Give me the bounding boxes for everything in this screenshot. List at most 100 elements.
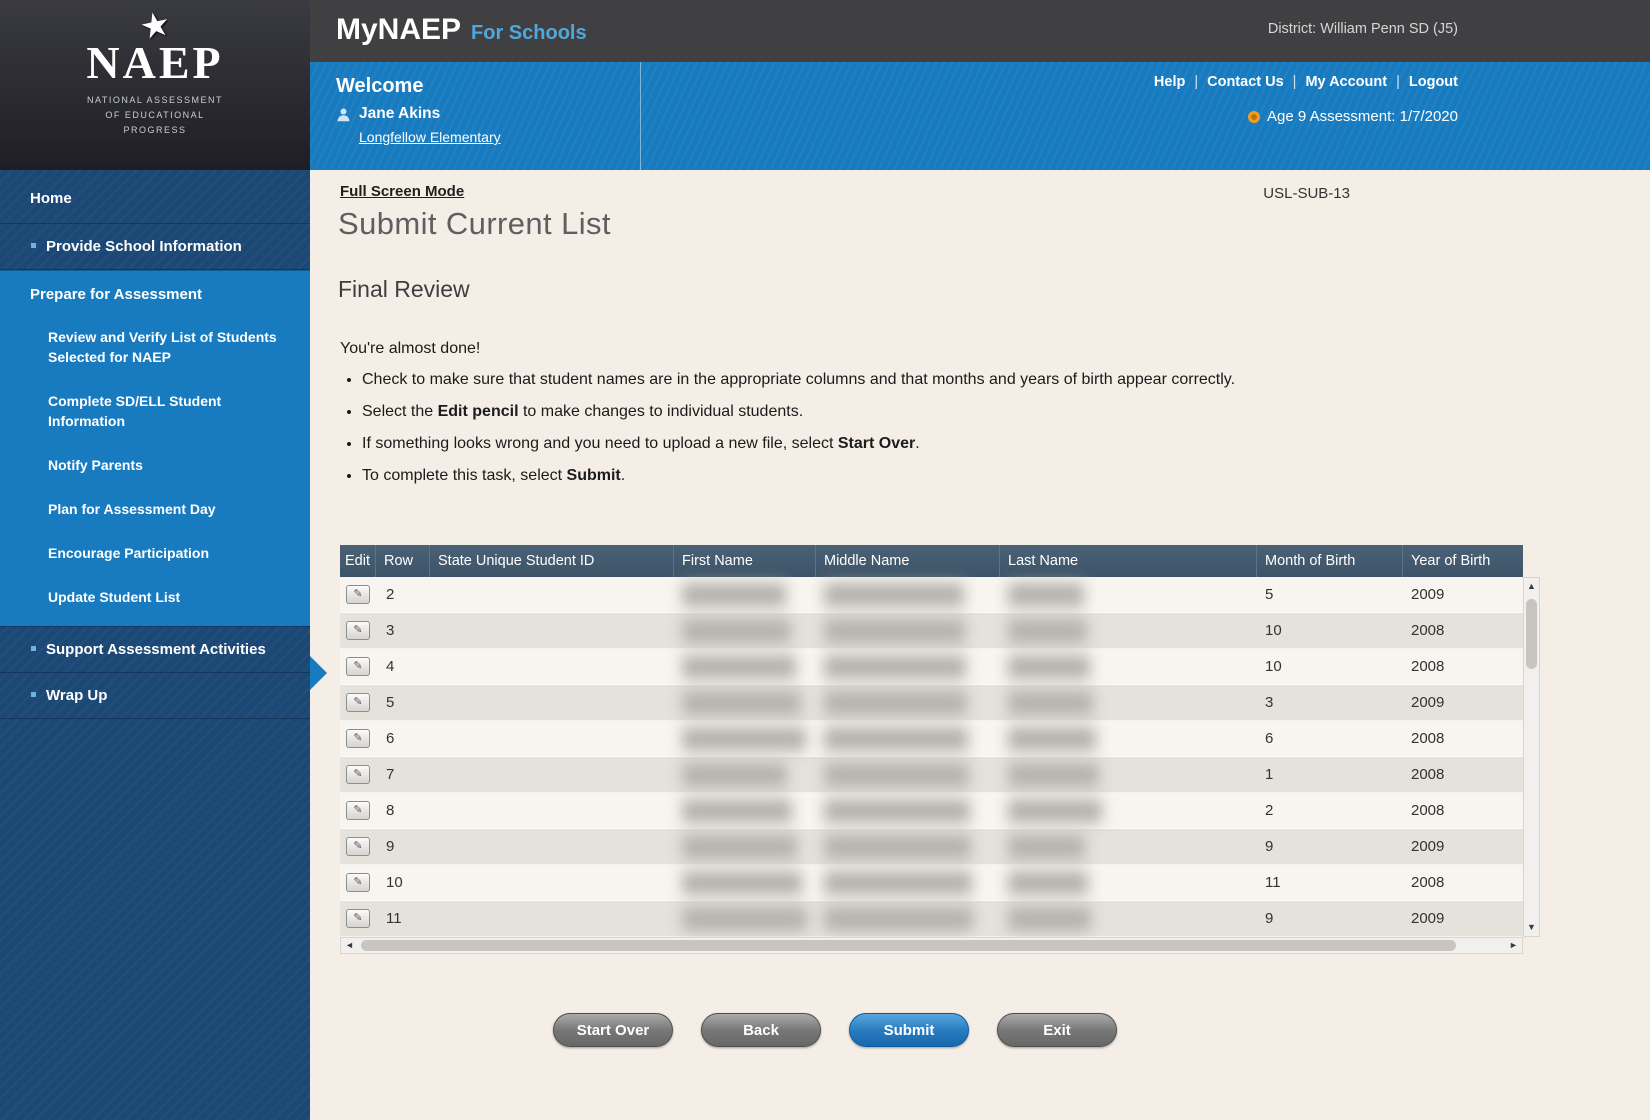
row-number: 7 — [376, 757, 430, 792]
last-name-cell — [1000, 793, 1257, 828]
assessment-status-icon — [1248, 111, 1260, 123]
student-id-cell — [430, 721, 674, 756]
year-of-birth: 2008 — [1403, 757, 1523, 792]
row-number: 4 — [376, 649, 430, 684]
sidebar-item-review-and-verify-list-of-students-selected-for-naep[interactable]: Review and Verify List of Students Selec… — [0, 315, 310, 379]
edit-pencil-button[interactable]: ✎ — [346, 693, 370, 712]
year-of-birth: 2009 — [1403, 901, 1523, 936]
school-link[interactable]: Longfellow Elementary — [359, 129, 501, 145]
start-over-button[interactable]: Start Over — [553, 1013, 673, 1047]
column-header-state-unique-student-id: State Unique Student ID — [430, 545, 674, 577]
first-name-cell — [674, 757, 816, 792]
vertical-scrollbar[interactable]: ▲ ▼ — [1523, 577, 1540, 937]
table-header-row: EditRowState Unique Student IDFirst Name… — [340, 545, 1523, 577]
edit-pencil-button[interactable]: ✎ — [346, 801, 370, 820]
back-button[interactable]: Back — [701, 1013, 821, 1047]
scroll-left-arrow-icon[interactable]: ◄ — [342, 938, 357, 953]
bullet-square-icon — [31, 692, 36, 697]
nav-contact-us[interactable]: Contact Us — [1207, 74, 1284, 90]
horizontal-scroll-thumb[interactable] — [361, 940, 1456, 951]
sidebar-item-home[interactable]: Home — [0, 170, 310, 224]
student-id-cell — [430, 829, 674, 864]
assessment-info: Age 9 Assessment: 1/7/2020 — [1248, 108, 1458, 125]
month-of-birth: 10 — [1257, 613, 1403, 648]
month-of-birth: 2 — [1257, 793, 1403, 828]
brand-name: MyNAEP — [336, 13, 461, 46]
month-of-birth: 10 — [1257, 649, 1403, 684]
first-name-cell — [674, 793, 816, 828]
active-section-arrow — [310, 656, 327, 690]
sidebar-item-support-assessment-activities[interactable]: Support Assessment Activities — [0, 627, 310, 673]
scroll-down-arrow-icon[interactable]: ▼ — [1524, 920, 1539, 935]
sidebar-item-prepare-for-assessment[interactable]: Prepare for Assessment — [0, 271, 310, 315]
middle-name-cell — [816, 577, 1000, 612]
table-body: ✎252009✎3102008✎4102008✎532009✎662008✎71… — [340, 577, 1523, 937]
exit-button[interactable]: Exit — [997, 1013, 1117, 1047]
edit-pencil-button[interactable]: ✎ — [346, 909, 370, 928]
student-table: EditRowState Unique Student IDFirst Name… — [340, 545, 1523, 937]
first-name-cell — [674, 865, 816, 900]
sidebar-item-plan-for-assessment-day[interactable]: Plan for Assessment Day — [0, 487, 310, 531]
nav-my-account[interactable]: My Account — [1305, 74, 1387, 90]
table-row: ✎4102008 — [340, 649, 1523, 685]
first-name-cell — [674, 685, 816, 720]
last-name-cell — [1000, 577, 1257, 612]
edit-pencil-button[interactable]: ✎ — [346, 729, 370, 748]
sidebar-item-complete-sd-ell-student-information[interactable]: Complete SD/ELL Student Information — [0, 379, 310, 443]
month-of-birth: 3 — [1257, 685, 1403, 720]
submit-button[interactable]: Submit — [849, 1013, 969, 1047]
scroll-right-arrow-icon[interactable]: ► — [1506, 938, 1521, 953]
logo-subtitle-line: National Assessment — [0, 93, 310, 108]
sidebar-item-encourage-participation[interactable]: Encourage Participation — [0, 531, 310, 575]
middle-name-cell — [816, 721, 1000, 756]
edit-pencil-button[interactable]: ✎ — [346, 621, 370, 640]
scroll-up-arrow-icon[interactable]: ▲ — [1524, 579, 1539, 594]
edit-pencil-button[interactable]: ✎ — [346, 657, 370, 676]
middle-name-cell — [816, 865, 1000, 900]
column-header-edit: Edit — [340, 545, 376, 577]
brand-suffix: For Schools — [471, 22, 587, 44]
redacted-text-blur — [1008, 907, 1091, 931]
column-header-year-of-birth: Year of Birth — [1403, 545, 1523, 577]
sidebar-section-items: Review and Verify List of Students Selec… — [0, 315, 310, 619]
logo-name: NAEP — [0, 40, 310, 86]
last-name-cell — [1000, 901, 1257, 936]
edit-pencil-button[interactable]: ✎ — [346, 765, 370, 784]
middle-name-cell — [816, 757, 1000, 792]
row-number: 2 — [376, 577, 430, 612]
logo-subtitle: National Assessment of Educational Progr… — [0, 93, 310, 138]
sidebar-item-update-student-list[interactable]: Update Student List — [0, 575, 310, 619]
column-header-row: Row — [376, 545, 430, 577]
intro-text: You're almost done! — [340, 340, 480, 358]
sidebar-item-label: Support Assessment Activities — [46, 641, 266, 658]
edit-pencil-button[interactable]: ✎ — [346, 837, 370, 856]
naep-logo: ★ NAEP National Assessment of Educationa… — [0, 0, 310, 170]
column-header-month-of-birth: Month of Birth — [1257, 545, 1403, 577]
redacted-text-blur — [682, 835, 797, 859]
edit-pencil-button[interactable]: ✎ — [346, 873, 370, 892]
sidebar-item-notify-parents[interactable]: Notify Parents — [0, 443, 310, 487]
row-number: 10 — [376, 865, 430, 900]
nav-logout[interactable]: Logout — [1409, 74, 1458, 90]
section-title: Final Review — [338, 276, 470, 303]
student-id-cell — [430, 685, 674, 720]
vertical-scroll-thumb[interactable] — [1526, 599, 1537, 669]
redacted-text-blur — [682, 727, 806, 751]
student-id-cell — [430, 577, 674, 612]
last-name-cell — [1000, 649, 1257, 684]
first-name-cell — [674, 577, 816, 612]
edit-pencil-button[interactable]: ✎ — [346, 585, 370, 604]
app-title: MyNAEP For Schools — [336, 13, 587, 47]
year-of-birth: 2008 — [1403, 793, 1523, 828]
sidebar-item-wrap-up[interactable]: Wrap Up — [0, 673, 310, 719]
instruction-item: If something looks wrong and you need to… — [362, 432, 1322, 456]
redacted-text-blur — [1008, 727, 1096, 751]
column-header-first-name: First Name — [674, 545, 816, 577]
page-code: USL-SUB-13 — [1263, 185, 1350, 202]
nav-help[interactable]: Help — [1154, 74, 1185, 90]
last-name-cell — [1000, 757, 1257, 792]
instruction-item: Select the Edit pencil to make changes t… — [362, 400, 1322, 424]
full-screen-mode-link[interactable]: Full Screen Mode — [340, 183, 464, 200]
sidebar-item-provide-school-information[interactable]: Provide School Information — [0, 224, 310, 270]
horizontal-scrollbar[interactable]: ◄ ► — [340, 937, 1523, 954]
